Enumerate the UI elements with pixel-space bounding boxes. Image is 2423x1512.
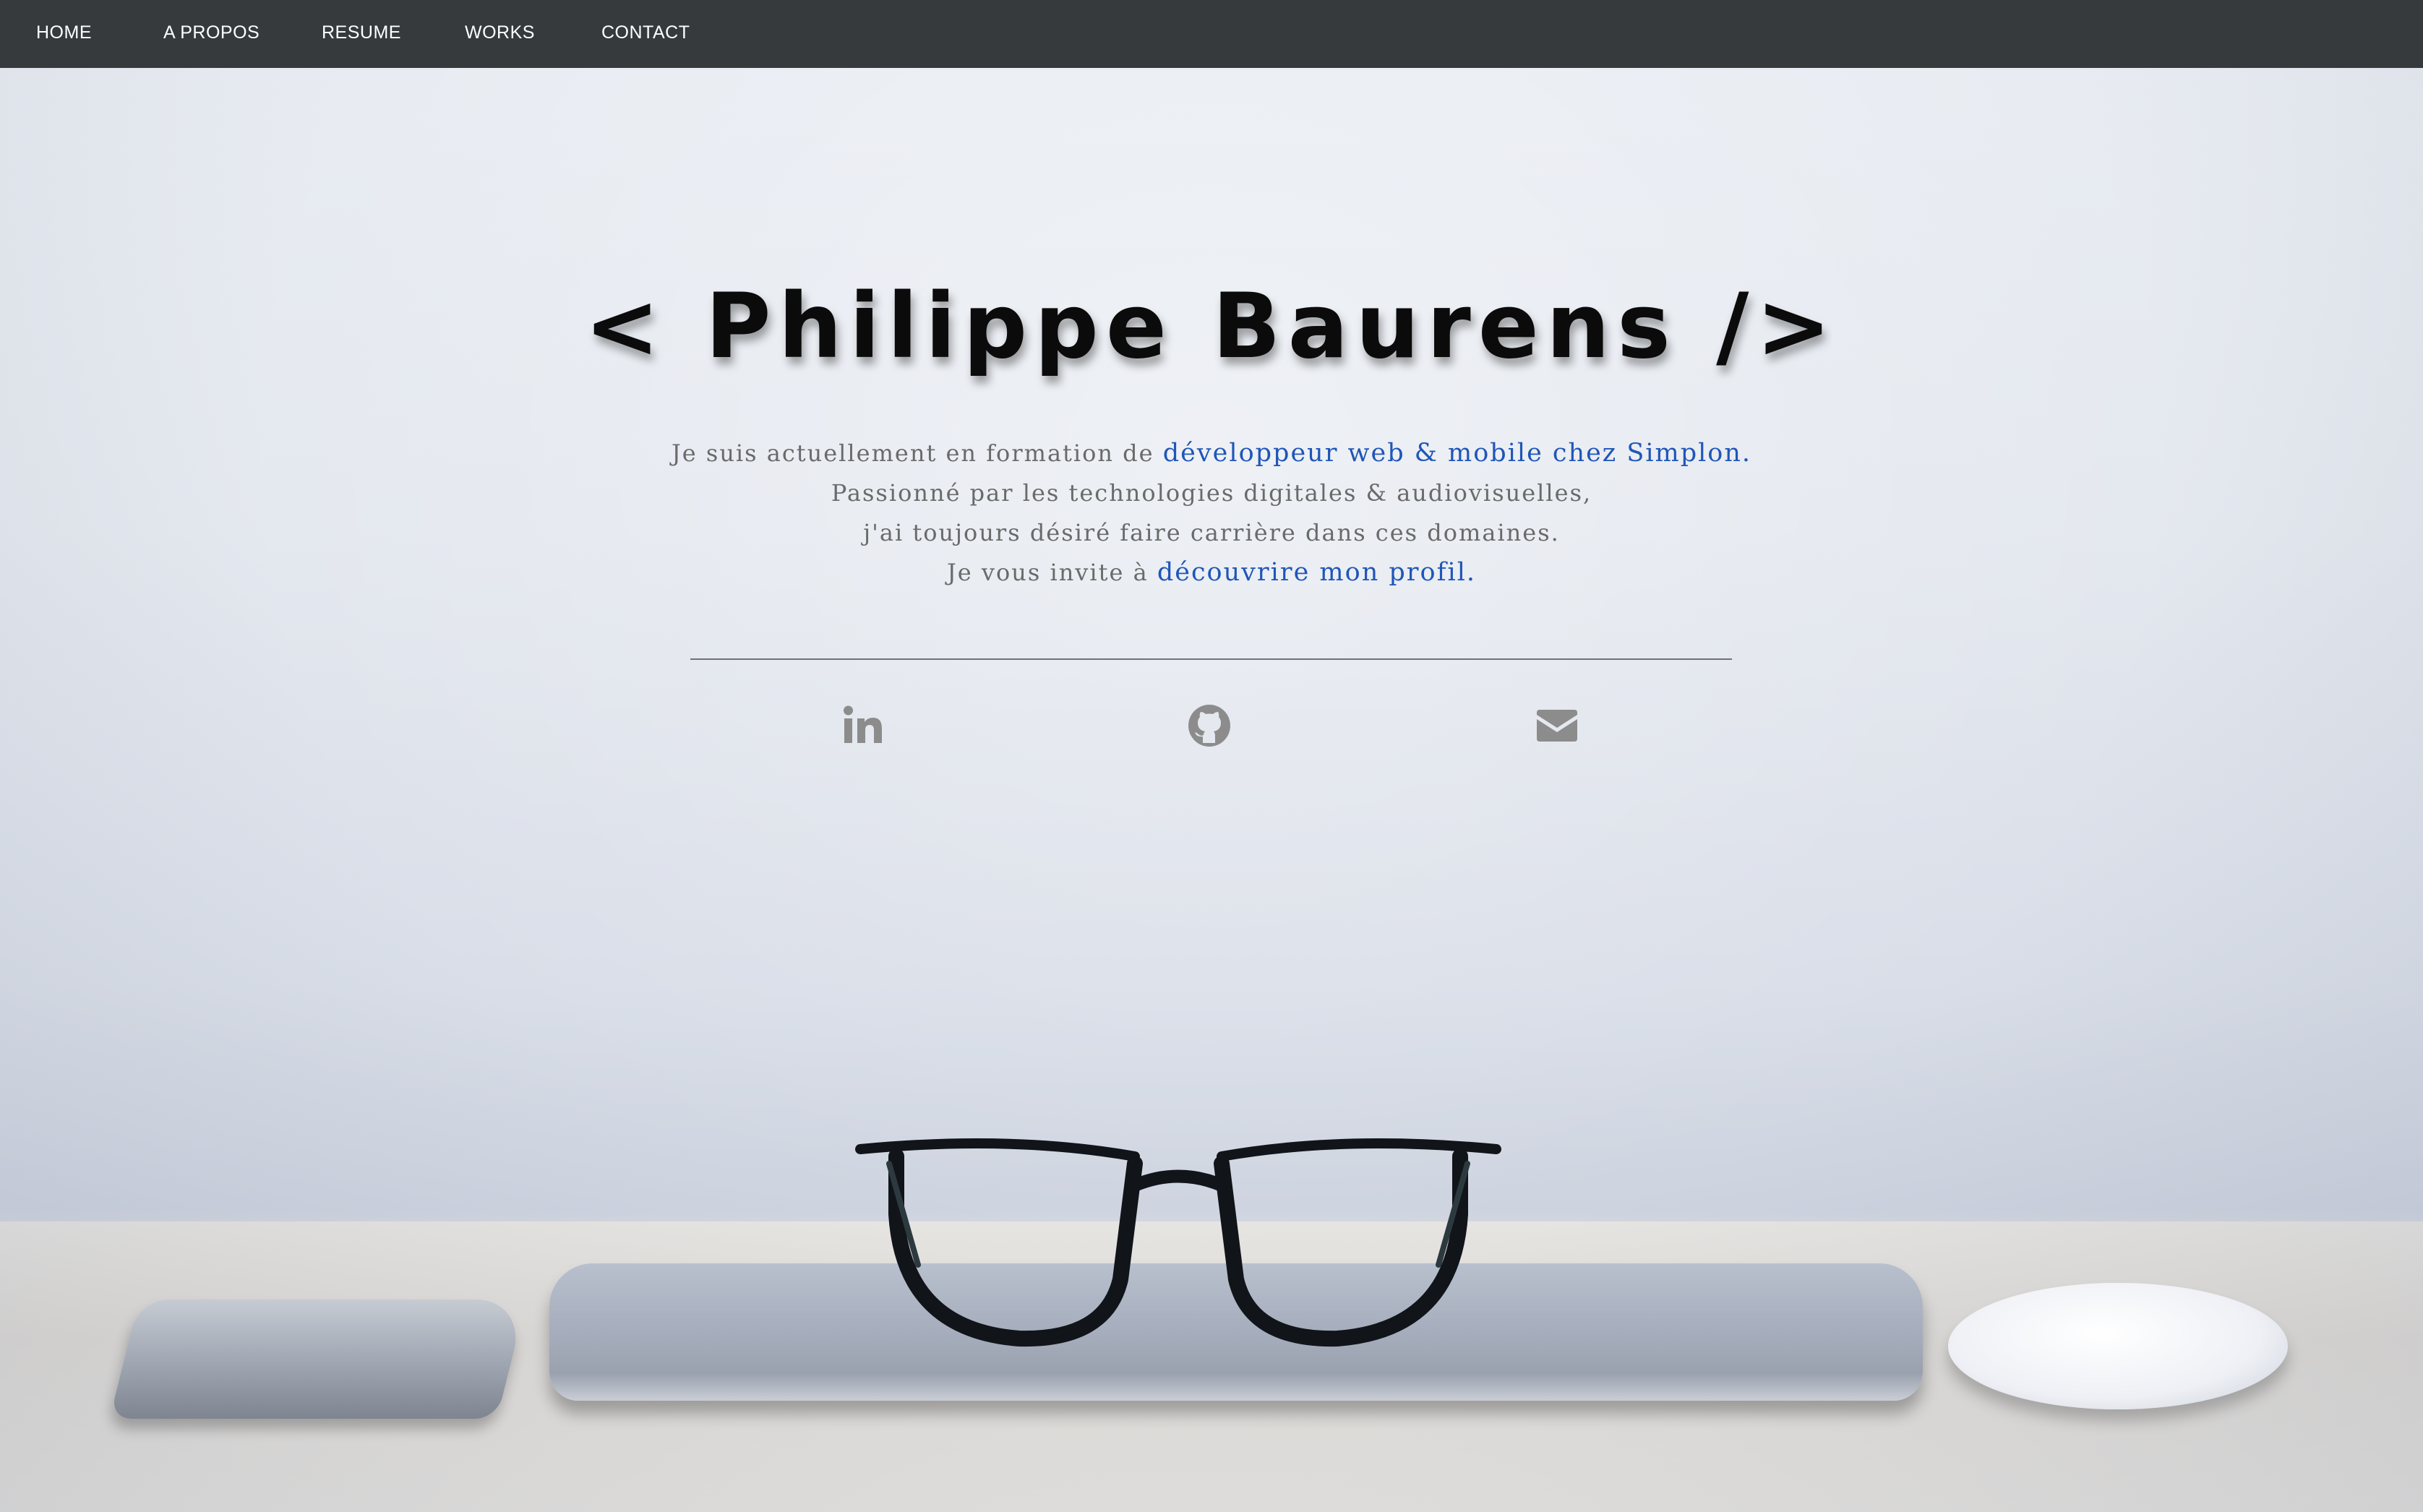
page-title: < Philippe Baurens /> <box>584 275 1839 379</box>
linkedin-icon[interactable] <box>840 703 886 749</box>
intro-line-1-text: Je suis actuellement en formation de <box>671 439 1163 467</box>
simplon-link[interactable]: développeur web & mobile chez Simplon. <box>1163 439 1751 468</box>
intro-line-1: Je suis actuellement en formation de dév… <box>0 434 2423 473</box>
mouse-image <box>1948 1283 2288 1409</box>
smartphone-image <box>109 1300 527 1419</box>
section-divider <box>690 658 1732 660</box>
nav-works-link[interactable]: WORKS <box>465 0 535 68</box>
github-icon[interactable] <box>1186 703 1232 749</box>
glasses-image <box>855 1138 1501 1347</box>
nav-contact-link[interactable]: CONTACT <box>601 0 690 68</box>
intro-line-3: j'ai toujours désiré faire carrière dans… <box>863 519 1560 546</box>
nav-home-link[interactable]: HOME <box>36 0 92 68</box>
envelope-icon[interactable] <box>1534 703 1580 749</box>
hero-background <box>0 0 2423 1512</box>
intro-line-2: Passionné par les technologies digitales… <box>831 479 1592 507</box>
intro-line-4: Je vous invite à découvrire mon profil. <box>0 553 2423 593</box>
nav-resume-link[interactable]: RESUME <box>322 0 401 68</box>
profile-link[interactable]: découvrire mon profil. <box>1157 558 1476 587</box>
nav-a-propos-link[interactable]: A PROPOS <box>163 0 260 68</box>
intro-line-4-text: Je vous invite à <box>946 559 1157 586</box>
top-navbar: HOME A PROPOS RESUME WORKS CONTACT <box>0 0 2423 68</box>
intro-paragraph: Je suis actuellement en formation de dév… <box>0 434 2423 593</box>
